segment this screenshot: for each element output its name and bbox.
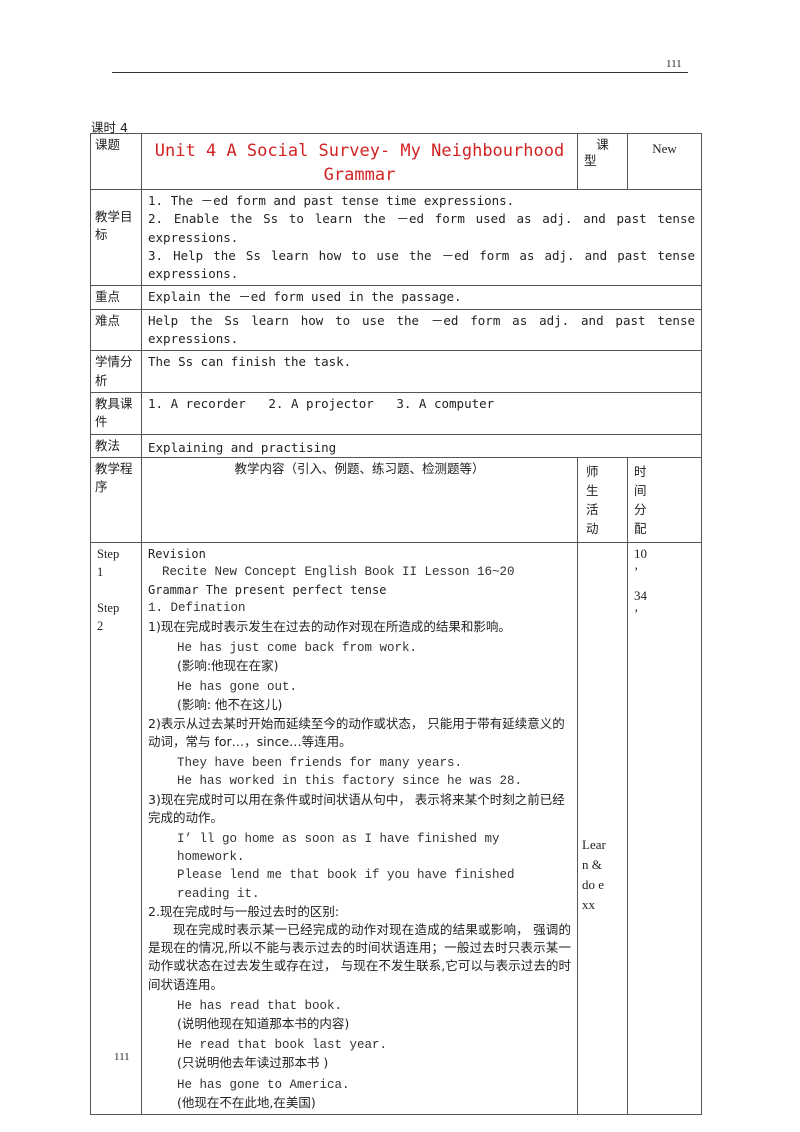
difficulty-label: 难点 [90, 308, 142, 352]
example-en: He has just come back from work. [177, 640, 418, 655]
procedure-body-row: Step 1 Step 2 Revision Recite New Concep… [90, 541, 703, 1115]
lesson-plan-table: 课题 Unit 4 A Social Survey- My Neighbourh… [90, 133, 703, 1115]
revision-title: Revision [148, 546, 206, 561]
analysis-row: 学情分析 The Ss can finish the task. [90, 350, 703, 393]
activity-text: Learn & do exx [582, 836, 606, 912]
method-text: Explaining and practising [140, 433, 703, 458]
time-cell: 10 ’ 34 ’ [626, 541, 703, 1115]
point-3: 3)现在完成时可以用在条件或时间状语从句中， 表示将来某个时刻之前已经完成的动作… [148, 791, 565, 825]
example-en: He has gone out. [177, 680, 298, 695]
lesson-title: Unit 4 A Social Survey- My Neighbourhood… [141, 133, 578, 190]
analysis-text: The Ss can finish the task. [140, 350, 703, 393]
type-label-2: 型 [584, 153, 597, 168]
example-cn: (说明他现在知道那本书的内容) [177, 1015, 350, 1031]
content-header: 教学内容（引入、例题、练习题、检测题等） [141, 456, 578, 543]
activity-cell: Learn & do exx [577, 541, 628, 1115]
example-en: He has gone to America. [177, 1077, 350, 1092]
objectives-row: 教学目标 1. The －ed form and past tense time… [90, 188, 703, 287]
example-en: They have been friends for many years. [177, 756, 463, 771]
type-label: 课 型 [577, 133, 628, 190]
objective-item: 1. The －ed form and past tense time expr… [148, 193, 515, 208]
revision-text: Recite New Concept English Book II Lesso… [162, 565, 515, 580]
page-number-bottom: 111 [114, 1051, 130, 1063]
key-point-text: Explain the －ed form used in the passage… [140, 285, 703, 310]
step-2: Step 2 [97, 600, 120, 633]
time-step-1: 10 ’ [634, 545, 647, 579]
difference-title: 2.现在完成时与一般过去时的区别: [148, 903, 340, 919]
example-en: Please lend me that book if you have fin… [177, 868, 515, 901]
procedure-content: Revision Recite New Concept English Book… [141, 541, 578, 1115]
topic-row: 课题 Unit 4 A Social Survey- My Neighbourh… [90, 133, 703, 190]
step-1: Step 1 [97, 546, 120, 579]
example-en: He has worked in this factory since he w… [177, 774, 523, 789]
key-point-label: 重点 [90, 285, 142, 310]
analysis-label: 学情分析 [90, 350, 142, 393]
definition-title: 1. Defination [148, 601, 246, 616]
method-row: 教法 Explaining and practising [90, 433, 703, 458]
procedure-header-row: 教学程序 教学内容（引入、例题、练习题、检测题等） 师生活动 时间分配 [90, 456, 703, 543]
example-en: He has read that book. [177, 998, 343, 1013]
time-header: 时间分配 [626, 456, 703, 543]
title-line-1: Unit 4 A Social Survey- My Neighbourhood [154, 141, 565, 161]
objective-item: 3. Help the Ss learn how to use the －ed … [148, 247, 696, 282]
difficulty-row: 难点 Help the Ss learn how to use the －ed … [90, 308, 703, 352]
type-label-1: 课 [596, 137, 609, 152]
example-en: I’ ll go home as soon as I have finished… [177, 831, 500, 865]
tools-label: 教具课件 [90, 391, 142, 435]
objective-item: 2. Enable the Ss to learn the －ed form u… [148, 211, 696, 245]
time-step-2: 34 ’ [634, 587, 647, 621]
topic-label: 课题 [90, 133, 142, 190]
steps-cell: Step 1 Step 2 [90, 541, 142, 1115]
key-point-row: 重点 Explain the －ed form used in the pass… [90, 285, 703, 310]
tools-text: 1. A recorder 2. A projector 3. A comput… [140, 391, 703, 435]
header-rule [112, 72, 688, 73]
difference-text: 现在完成时表示某一已经完成的动作对现在造成的结果或影响， 强调的是现在的情况,所… [148, 921, 571, 992]
activity-header: 师生活动 [577, 456, 628, 543]
example-cn: (影响:他现在在家) [177, 658, 279, 674]
example-cn: (他现在不在此地,在美国) [177, 1094, 316, 1110]
example-cn: (影响: 他不在这儿) [177, 697, 283, 713]
example-en: He read that book last year. [177, 1038, 388, 1053]
procedure-label: 教学程序 [90, 456, 142, 543]
tools-row: 教具课件 1. A recorder 2. A projector 3. A c… [90, 391, 703, 435]
grammar-title: Grammar The present perfect tense [148, 583, 387, 598]
page-number-top: 111 [666, 58, 682, 70]
point-2: 2)表示从过去某时开始而延续至今的动作或状态， 只能用于带有延续意义的动词，常与… [148, 715, 565, 749]
title-line-2: Grammar [323, 165, 396, 185]
example-cn: (只说明他去年读过那本书 ) [177, 1055, 329, 1071]
method-label: 教法 [90, 433, 142, 458]
point-1: 1)现在完成时表示发生在过去的动作对现在所造成的结果和影响。 [148, 618, 511, 634]
objectives-content: 1. The －ed form and past tense time expr… [140, 188, 703, 287]
difficulty-text: Help the Ss learn how to use the －ed for… [140, 308, 703, 352]
objectives-label: 教学目标 [90, 188, 142, 287]
type-value: New [626, 133, 703, 190]
